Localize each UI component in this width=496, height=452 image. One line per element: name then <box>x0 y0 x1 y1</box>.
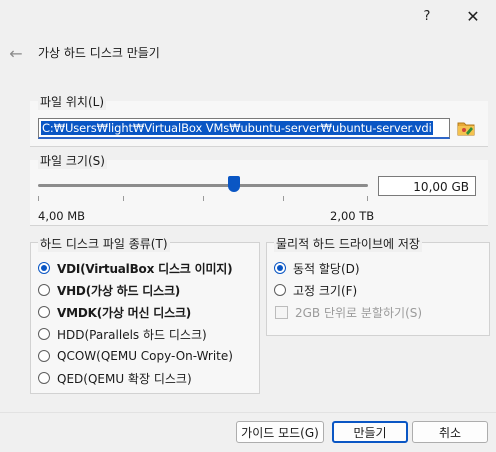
disk-type-option-vdi[interactable]: VDI(VirtualBox 디스크 이미지) <box>38 259 233 277</box>
folder-icon[interactable] <box>455 117 477 139</box>
guided-mode-button[interactable]: 가이드 모드(G) <box>236 421 324 443</box>
radio-icon[interactable] <box>38 350 50 362</box>
slider-tick <box>203 196 204 201</box>
file-location-value: C:₩Users₩light₩VirtualBox VMs₩ubuntu-ser… <box>41 121 433 135</box>
disk-type-label: 하드 디스크 파일 종류(T) <box>38 235 170 252</box>
size-slider-thumb[interactable] <box>228 176 240 192</box>
disk-type-option-vhd[interactable]: VHD(가상 하드 디스크) <box>38 281 180 299</box>
footer-divider <box>0 412 496 413</box>
file-location-label: 파일 위치(L) <box>38 93 107 110</box>
disk-type-label-vdi: VDI(VirtualBox 디스크 이미지) <box>57 261 233 276</box>
radio-icon[interactable] <box>38 328 50 340</box>
radio-checked-icon[interactable] <box>274 262 286 274</box>
size-slider-track[interactable] <box>38 184 368 187</box>
radio-icon[interactable] <box>274 284 286 296</box>
radio-icon[interactable] <box>38 284 50 296</box>
disk-type-label-hdd: HDD(Parallels 하드 디스크) <box>57 327 207 342</box>
disk-type-label-qed: QED(QEMU 확장 디스크) <box>57 371 192 386</box>
slider-tick <box>38 196 39 201</box>
storage-label-fixed: 고정 크기(F) <box>293 283 358 298</box>
disk-type-label-vmdk: VMDK(가상 머신 디스크) <box>57 305 192 320</box>
split-checkbox-label: 2GB 단위로 분할하기(S) <box>295 305 423 320</box>
disk-type-option-qed[interactable]: QED(QEMU 확장 디스크) <box>38 369 192 387</box>
disk-type-option-vmdk[interactable]: VMDK(가상 머신 디스크) <box>38 303 191 321</box>
file-size-label: 파일 크기(S) <box>38 152 107 169</box>
disk-type-option-qcow[interactable]: QCOW(QEMU Copy-On-Write) <box>38 347 233 365</box>
file-location-input[interactable]: C:₩Users₩light₩VirtualBox VMs₩ubuntu-ser… <box>38 118 450 139</box>
close-button[interactable]: ✕ <box>458 0 488 32</box>
storage-label: 물리적 하드 드라이브에 저장 <box>274 235 422 252</box>
create-button[interactable]: 만들기 <box>332 421 408 443</box>
checkbox-icon[interactable] <box>275 305 288 319</box>
size-input[interactable]: 10,00 GB <box>378 176 476 196</box>
radio-icon[interactable] <box>38 306 50 318</box>
radio-checked-icon[interactable] <box>38 262 50 274</box>
help-button[interactable]: ? <box>412 0 442 32</box>
disk-type-label-qcow: QCOW(QEMU Copy-On-Write) <box>57 349 233 363</box>
slider-tick <box>283 196 284 201</box>
storage-option-fixed[interactable]: 고정 크기(F) <box>274 281 357 299</box>
page-title: 가상 하드 디스크 만들기 <box>38 46 160 60</box>
storage-option-dynamic[interactable]: 동적 할당(D) <box>274 259 360 277</box>
slider-tick <box>367 196 368 201</box>
size-min-label: 4,00 MB <box>38 209 86 223</box>
split-checkbox-row[interactable]: 2GB 단위로 분할하기(S) <box>275 303 422 321</box>
storage-label-dynamic: 동적 할당(D) <box>293 261 360 276</box>
radio-icon[interactable] <box>38 372 50 384</box>
back-arrow-icon[interactable]: ← <box>6 43 26 63</box>
disk-type-option-hdd[interactable]: HDD(Parallels 하드 디스크) <box>38 325 207 343</box>
cancel-button[interactable]: 취소 <box>412 421 488 443</box>
slider-tick <box>123 196 124 201</box>
size-max-label: 2,00 TB <box>330 209 375 223</box>
disk-type-label-vhd: VHD(가상 하드 디스크) <box>57 283 181 298</box>
